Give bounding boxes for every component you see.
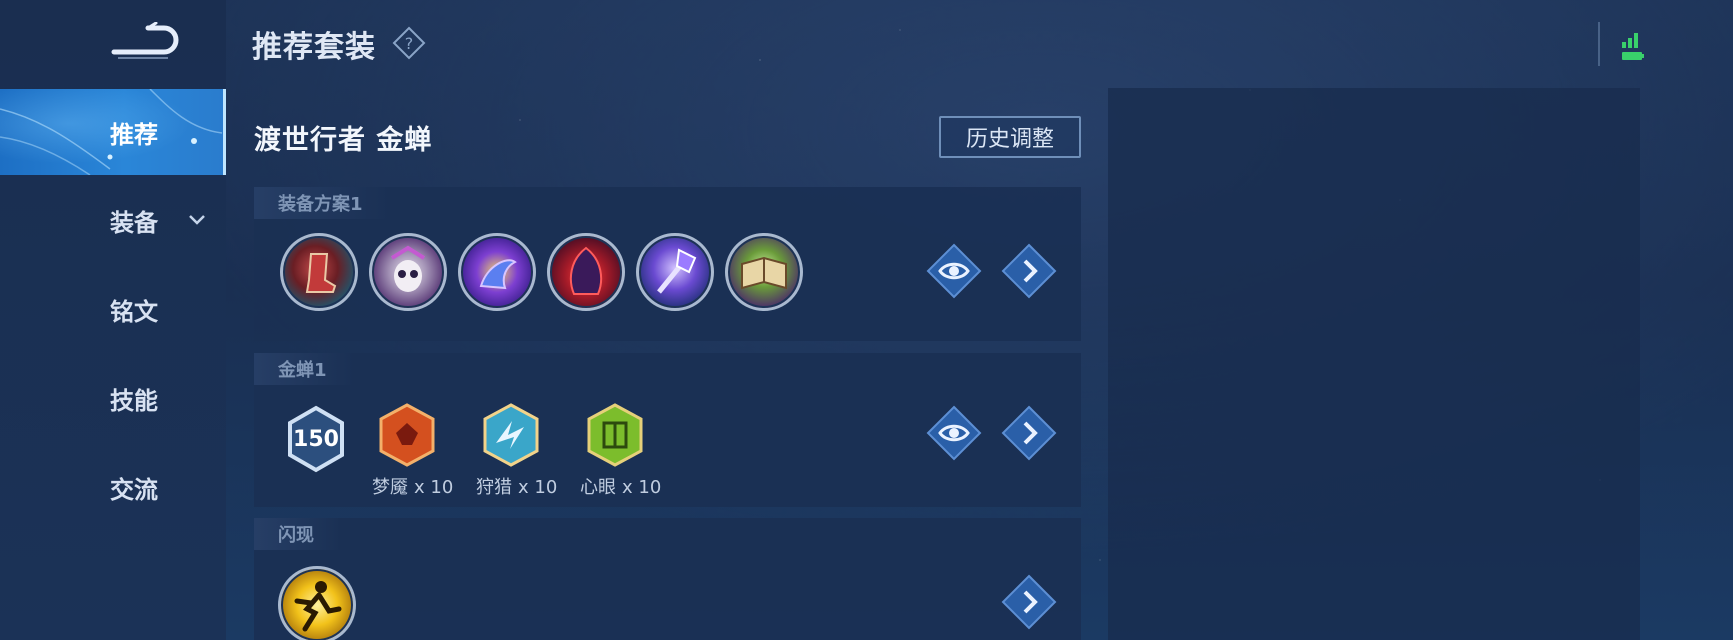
inscription-level: 150 bbox=[293, 426, 339, 452]
boots-item-icon[interactable] bbox=[280, 233, 358, 311]
flash-skill-icon[interactable] bbox=[278, 566, 356, 640]
dark-cloak-item-icon[interactable] bbox=[547, 233, 625, 311]
equipment-plan-tab: 装备方案1 bbox=[254, 187, 391, 219]
skill-plan-tab: 闪现 bbox=[254, 518, 342, 550]
tome-item-icon[interactable] bbox=[725, 233, 803, 311]
help-question-icon[interactable]: ? bbox=[392, 26, 426, 60]
sidebar-item-skills[interactable]: 技能 bbox=[0, 355, 226, 441]
rune-count: x 10 bbox=[414, 477, 454, 498]
preview-panel bbox=[1108, 88, 1640, 640]
sidebar-item-label: 技能 bbox=[110, 386, 158, 415]
sidebar-item-community[interactable]: 交流 bbox=[0, 444, 226, 530]
rune-count: x 10 bbox=[622, 477, 662, 498]
history-adjust-button[interactable]: 历史调整 bbox=[939, 116, 1081, 158]
sidebar-item-equipment[interactable]: 装备 bbox=[0, 177, 226, 263]
sidebar-item-inscription[interactable]: 铭文 bbox=[0, 266, 226, 352]
rune-name: 心眼 bbox=[580, 477, 616, 498]
inscription-plan-tab: 金蝉1 bbox=[254, 353, 355, 385]
back-arrow-icon bbox=[111, 22, 179, 59]
view-eye-icon[interactable] bbox=[926, 243, 982, 299]
network-signal-icon bbox=[1622, 33, 1644, 60]
sidebar-item-label: 交流 bbox=[110, 475, 158, 504]
sidebar-item-label: 铭文 bbox=[110, 297, 158, 326]
top-divider bbox=[1598, 22, 1600, 66]
back-button[interactable] bbox=[108, 20, 184, 64]
inscription-plan-card: 金蝉1 150 梦魇 x 10 狩猎 x 10 心眼 x 10 bbox=[254, 353, 1081, 507]
svg-text:?: ? bbox=[405, 34, 414, 53]
sidebar-item-recommend[interactable]: 推荐 bbox=[0, 89, 226, 175]
apply-arrow-icon[interactable] bbox=[1001, 243, 1057, 299]
sidebar-item-label: 推荐 bbox=[110, 120, 158, 149]
rune-label-hunting: 狩猎 x 10 bbox=[476, 473, 557, 499]
hero-name: 渡世行者 金蝉 bbox=[254, 125, 433, 156]
sidebar-item-label: 装备 bbox=[110, 208, 158, 237]
view-eye-icon[interactable] bbox=[926, 405, 982, 461]
rune-label-insight: 心眼 x 10 bbox=[580, 473, 661, 499]
rune-label-nightmare: 梦魇 x 10 bbox=[372, 473, 453, 499]
sidebar: 推荐 装备 铭文 技能 交流 bbox=[0, 0, 226, 640]
apply-arrow-icon[interactable] bbox=[1001, 574, 1057, 630]
equipment-plan-card: 装备方案1 bbox=[254, 187, 1081, 341]
purple-dragon-item-icon[interactable] bbox=[458, 233, 536, 311]
rune-name: 狩猎 bbox=[476, 477, 512, 498]
skull-mask-item-icon[interactable] bbox=[369, 233, 447, 311]
hunting-rune-icon[interactable] bbox=[482, 403, 540, 467]
chevron-down-icon bbox=[189, 215, 205, 225]
insight-rune-icon[interactable] bbox=[586, 403, 644, 467]
skill-plan-card: 闪现 bbox=[254, 518, 1081, 640]
page-title: 推荐套装 bbox=[252, 30, 376, 65]
rune-count: x 10 bbox=[518, 477, 558, 498]
apply-arrow-icon[interactable] bbox=[1001, 405, 1057, 461]
rune-name: 梦魇 bbox=[372, 477, 408, 498]
scepter-item-icon[interactable] bbox=[636, 233, 714, 311]
nightmare-rune-icon[interactable] bbox=[378, 403, 436, 467]
